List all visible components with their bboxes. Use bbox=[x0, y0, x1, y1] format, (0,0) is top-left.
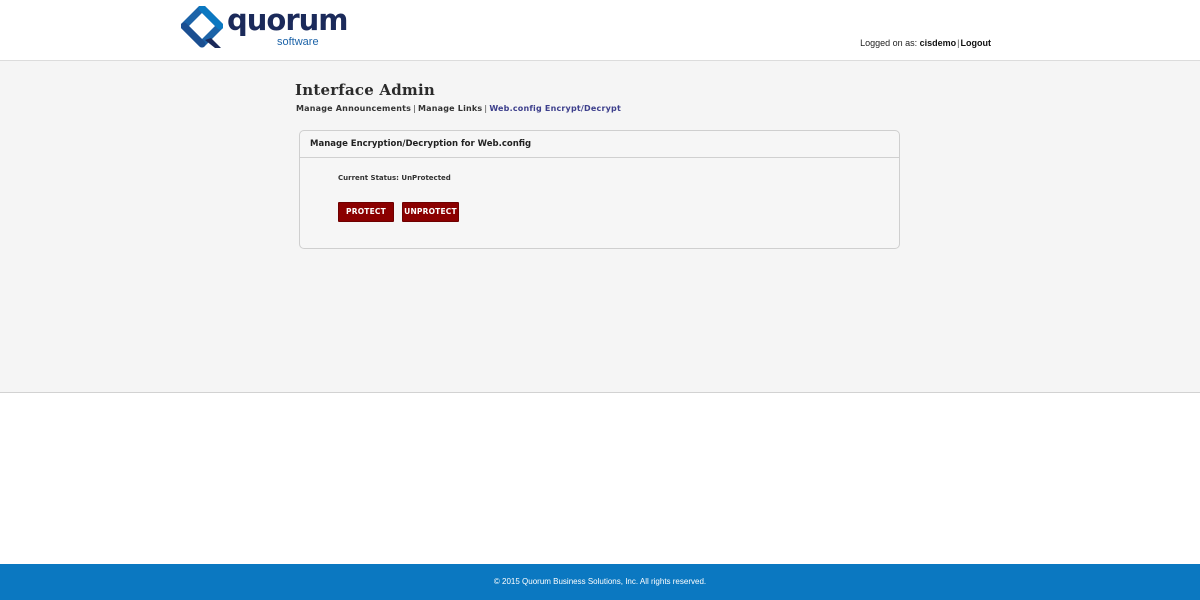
subnav-webconfig-encrypt-decrypt[interactable]: Web.config Encrypt/Decrypt bbox=[489, 104, 621, 113]
subnav-manage-links[interactable]: Manage Links bbox=[418, 104, 482, 113]
logo-wordmark: quorum bbox=[227, 3, 348, 37]
footer-copyright: © 2015 Quorum Business Solutions, Inc. A… bbox=[493, 577, 707, 586]
page-title: Interface Admin bbox=[295, 81, 435, 99]
status-label: Current Status: bbox=[338, 174, 402, 182]
logout-link[interactable]: Logout bbox=[961, 38, 992, 48]
panel-header: Manage Encryption/Decryption for Web.con… bbox=[300, 131, 899, 158]
panel-title: Manage Encryption/Decryption for Web.con… bbox=[310, 139, 532, 149]
current-status: Current Status: UnProtected bbox=[338, 174, 451, 183]
site-footer: © 2015 Quorum Business Solutions, Inc. A… bbox=[0, 564, 1200, 600]
subnav-separator: | bbox=[413, 104, 416, 113]
username: cisdemo bbox=[919, 38, 957, 48]
status-value: UnProtected bbox=[401, 174, 451, 182]
quorum-q-logo-icon bbox=[181, 6, 223, 48]
protect-button[interactable]: PROTECT bbox=[338, 202, 394, 222]
logo-subtitle: software bbox=[277, 36, 319, 48]
admin-subnav: Manage Announcements | Manage Links | Web.co… bbox=[296, 104, 621, 114]
unprotect-button[interactable]: UNPROTECT bbox=[402, 202, 459, 222]
logged-on-label: Logged on as: bbox=[860, 38, 920, 48]
user-status: Logged on as: cisdemo|Logout bbox=[860, 38, 991, 49]
site-header: quorum software Logged on as: cisdemo|Lo… bbox=[0, 0, 1200, 61]
subnav-manage-announcements[interactable]: Manage Announcements bbox=[296, 104, 411, 113]
quorum-logo[interactable]: quorum software bbox=[181, 3, 348, 52]
encryption-panel: Manage Encryption/Decryption for Web.con… bbox=[299, 130, 900, 249]
